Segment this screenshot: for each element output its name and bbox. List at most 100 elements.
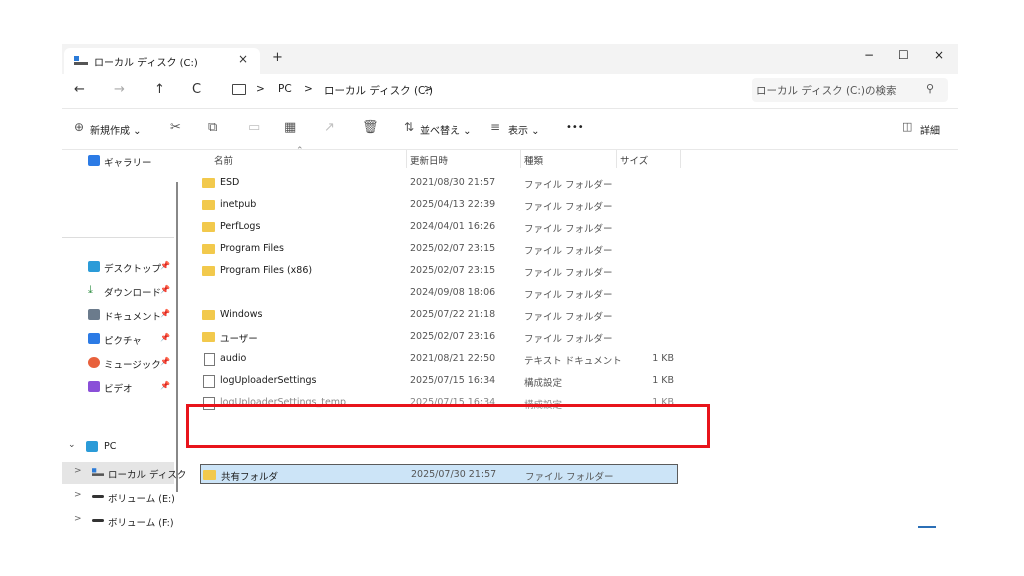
table-row[interactable]: PerfLogs 2024/04/01 16:26 ファイル フォルダー (200, 217, 678, 237)
sidebar-item-music[interactable]: ミュージック 📌 (62, 352, 174, 374)
folder-icon (202, 244, 215, 254)
maximize-button[interactable]: ☐ (898, 48, 909, 62)
sidebar-item-volume-f[interactable]: > ボリューム (F:) (62, 510, 174, 530)
file-size: 1 KB (652, 353, 674, 364)
sidebar-item-videos[interactable]: ビデオ 📌 (62, 376, 174, 398)
sort-label: 並べ替え (420, 126, 460, 137)
computer-icon (232, 84, 246, 95)
sidebar-item-pc[interactable]: ⌄ PC (62, 436, 174, 458)
file-type: 構成設定 (524, 378, 563, 389)
sidebar-item-desktop[interactable]: デスクトップ 📌 (62, 256, 174, 278)
breadcrumb-local-disk[interactable]: ローカル ディスク (C:) (324, 83, 433, 98)
drive-icon (92, 468, 104, 476)
pictures-icon (88, 333, 100, 344)
sidebar-item-local-disk[interactable]: > ローカル ディスク (62, 462, 186, 484)
breadcrumb-pc[interactable]: PC (278, 83, 292, 95)
new-label: 新規作成 (90, 126, 130, 137)
chevron-right-icon[interactable]: > (74, 466, 82, 476)
table-row[interactable]: Program Files (x86) 2025/02/07 23:15 ファイ… (200, 261, 678, 281)
sidebar-scrollbar[interactable] (176, 182, 178, 492)
navigation-pane: ギャラリー デスクトップ 📌 ⤓ ダウンロード 📌 ドキュメント 📌 ピクチャ … (62, 150, 186, 530)
sidebar-item-label: ドキュメント (104, 312, 162, 323)
details-button[interactable]: 詳細 (920, 122, 940, 137)
table-row-selected[interactable]: 共有フォルダ 2025/07/30 21:57 ファイル フォルダー (200, 464, 678, 484)
tab-close-icon[interactable]: × (238, 52, 248, 66)
file-type: ファイル フォルダー (524, 268, 613, 279)
table-row[interactable]: Program Files 2025/02/07 23:15 ファイル フォルダ… (200, 239, 678, 259)
column-separator[interactable] (520, 150, 521, 168)
column-header-size[interactable]: サイズ (620, 153, 648, 167)
table-row[interactable]: logUploaderSettings 2025/07/15 16:34 構成設… (200, 371, 678, 391)
file-type: ファイル フォルダー (524, 224, 613, 235)
file-date: 2025/07/30 21:57 (411, 469, 497, 480)
chevron-down-icon[interactable]: ⌄ (68, 440, 76, 450)
sort-icon: ⇅ (404, 120, 415, 134)
sidebar-item-volume-e[interactable]: > ボリューム (E:) (62, 486, 175, 508)
table-row[interactable]: 2024/09/08 18:06 ファイル フォルダー (200, 283, 678, 303)
column-separator[interactable] (406, 150, 407, 168)
folder-icon (202, 266, 215, 276)
close-button[interactable]: × (934, 48, 944, 62)
table-row[interactable]: ユーザー 2025/02/07 23:16 ファイル フォルダー (200, 327, 678, 347)
sidebar-item-label: PC (104, 441, 117, 452)
pin-icon: 📌 (160, 309, 170, 318)
forward-button[interactable]: → (114, 82, 125, 97)
column-separator[interactable] (616, 150, 617, 168)
file-date: 2021/08/21 22:50 (410, 353, 496, 364)
share-icon[interactable]: ↗ (324, 120, 335, 135)
gallery-icon (88, 155, 100, 166)
back-button[interactable]: ← (74, 82, 85, 97)
file-name: logUploaderSettings (220, 375, 317, 386)
sidebar-item-pictures[interactable]: ピクチャ 📌 (62, 328, 174, 350)
breadcrumb-separator[interactable]: > (424, 83, 433, 95)
sort-ascending-icon: ⌃ (296, 146, 304, 156)
cut-icon[interactable]: ✂ (170, 120, 181, 135)
file-type: ファイル フォルダー (525, 472, 614, 483)
table-row[interactable]: ESD 2021/08/30 21:57 ファイル フォルダー (200, 173, 678, 193)
sidebar-item-documents[interactable]: ドキュメント 📌 (62, 304, 174, 326)
annotation-highlight (186, 404, 710, 448)
column-header-type[interactable]: 種類 (524, 153, 543, 167)
address-bar[interactable]: > PC > ローカル ディスク (C:) > (224, 78, 744, 102)
up-button[interactable]: ↑ (154, 82, 165, 97)
more-button[interactable]: ••• (566, 122, 584, 133)
chevron-right-icon[interactable]: > (74, 514, 82, 524)
new-tab-button[interactable]: + (272, 50, 283, 65)
new-button[interactable]: 新規作成 ⌄ (90, 122, 142, 137)
search-placeholder: ローカル ディスク (C:)の検索 (756, 85, 897, 97)
pin-icon: 📌 (160, 333, 170, 342)
paste-icon[interactable]: ▭ (248, 120, 260, 135)
delete-icon[interactable]: 🗑 (362, 120, 379, 135)
file-date: 2025/02/07 23:16 (410, 331, 496, 342)
view-button[interactable]: 表示 ⌄ (508, 122, 540, 137)
explorer-tab[interactable]: ローカル ディスク (C:) × (64, 48, 260, 74)
videos-icon (88, 381, 100, 392)
file-explorer-window: ローカル ディスク (C:) × + − ☐ × ← → ↑ C > PC > … (62, 44, 958, 530)
table-row[interactable]: Windows 2025/07/22 21:18 ファイル フォルダー (200, 305, 678, 325)
column-header-name[interactable]: 名前 (214, 153, 233, 167)
chevron-right-icon[interactable]: > (74, 490, 82, 500)
column-separator[interactable] (680, 150, 681, 168)
sidebar-item-label: ダウンロード (104, 288, 162, 299)
file-list: 名前 ⌃ 更新日時 種類 サイズ ESD 2021/08/30 21:57 ファ… (186, 146, 958, 530)
sort-button[interactable]: 並べ替え ⌄ (420, 122, 472, 137)
table-row[interactable]: inetpub 2025/04/13 22:39 ファイル フォルダー (200, 195, 678, 215)
search-icon: ⚲ (926, 82, 935, 95)
file-type: ファイル フォルダー (524, 334, 613, 345)
file-date: 2024/04/01 16:26 (410, 221, 496, 232)
sidebar-item-label: ビデオ (104, 384, 133, 395)
sidebar-item-gallery[interactable]: ギャラリー (62, 150, 174, 172)
plus-circle-icon: ⊕ (74, 120, 85, 134)
minimize-button[interactable]: − (864, 48, 874, 62)
search-box[interactable]: ローカル ディスク (C:)の検索 ⚲ (752, 78, 948, 102)
file-name: ESD (220, 177, 240, 188)
table-row[interactable]: audio 2021/08/21 22:50 テキスト ドキュメント 1 KB (200, 349, 678, 369)
copy-icon[interactable]: ⧉ (208, 120, 217, 135)
refresh-button[interactable]: C (192, 82, 201, 97)
column-header-date[interactable]: 更新日時 (410, 153, 448, 167)
navigation-bar: ← → ↑ C > PC > ローカル ディスク (C:) > ローカル ディス… (62, 74, 958, 109)
file-date: 2021/08/30 21:57 (410, 177, 496, 188)
rename-icon[interactable]: ▦ (284, 120, 296, 135)
sidebar-item-label: ボリューム (F:) (108, 518, 174, 529)
sidebar-item-downloads[interactable]: ⤓ ダウンロード 📌 (62, 280, 174, 302)
